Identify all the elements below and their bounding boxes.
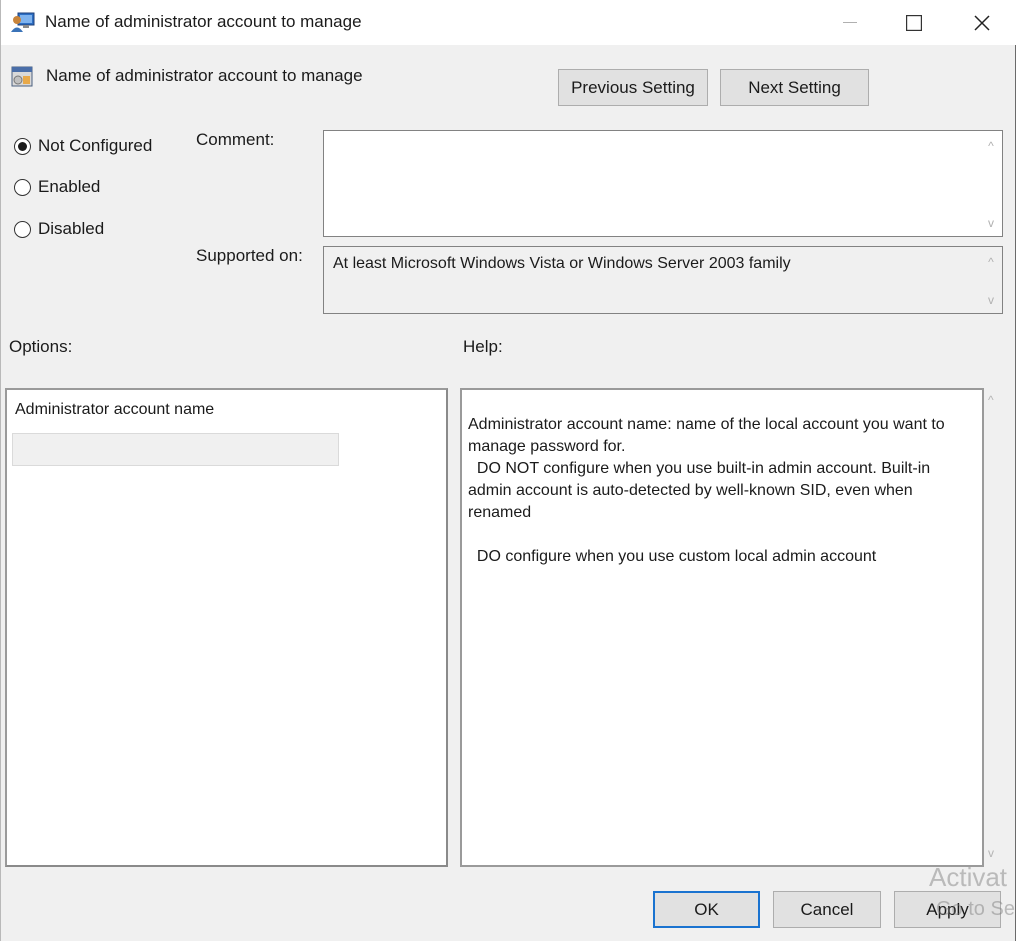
options-panel: Administrator account name bbox=[5, 388, 448, 867]
close-button[interactable] bbox=[959, 0, 1005, 45]
next-setting-button[interactable]: Next Setting bbox=[720, 69, 869, 106]
supported-on-value: At least Microsoft Windows Vista or Wind… bbox=[333, 255, 791, 272]
supported-scrollbar[interactable]: ^ v bbox=[980, 247, 1002, 313]
comment-textarea[interactable]: ^ v bbox=[323, 130, 1003, 237]
desktop-edge bbox=[1016, 0, 1024, 941]
admin-account-name-label: Administrator account name bbox=[15, 401, 215, 418]
help-scroll-down-icon[interactable]: v bbox=[988, 846, 994, 860]
help-scroll-up-icon[interactable]: ^ bbox=[988, 393, 994, 407]
cancel-button[interactable]: Cancel bbox=[773, 891, 881, 928]
help-text: Administrator account name: name of the … bbox=[468, 416, 945, 565]
close-icon bbox=[974, 14, 990, 31]
comment-scrollbar[interactable]: ^ v bbox=[980, 131, 1002, 236]
help-label: Help: bbox=[463, 337, 503, 356]
policy-setting-dialog: Name of administrator account to manage … bbox=[0, 0, 1016, 941]
supported-on-field: At least Microsoft Windows Vista or Wind… bbox=[323, 246, 1003, 314]
radio-label: Enabled bbox=[38, 177, 101, 196]
radio-enabled[interactable]: Enabled bbox=[14, 177, 100, 197]
title-bar: Name of administrator account to manage bbox=[1, 0, 1016, 45]
radio-label: Not Configured bbox=[38, 136, 153, 155]
computer-user-icon bbox=[11, 12, 35, 32]
policy-setting-icon bbox=[11, 66, 33, 87]
ok-button[interactable]: OK bbox=[653, 891, 760, 928]
maximize-button[interactable] bbox=[891, 0, 937, 45]
scroll-down-icon[interactable]: v bbox=[980, 216, 1002, 230]
scroll-down-icon[interactable]: v bbox=[980, 293, 1002, 307]
supported-on-label: Supported on: bbox=[196, 246, 303, 265]
admin-account-name-input[interactable] bbox=[12, 433, 339, 466]
radio-circle bbox=[14, 178, 31, 196]
previous-setting-button[interactable]: Previous Setting bbox=[558, 69, 708, 106]
minimize-icon bbox=[843, 21, 857, 23]
radio-circle-selected bbox=[14, 137, 31, 155]
apply-button[interactable]: Apply bbox=[894, 891, 1001, 928]
policy-name: Name of administrator account to manage bbox=[46, 66, 363, 85]
maximize-icon bbox=[906, 14, 922, 31]
radio-disabled[interactable]: Disabled bbox=[14, 219, 104, 239]
radio-not-configured[interactable]: Not Configured bbox=[14, 136, 152, 156]
options-label: Options: bbox=[9, 337, 73, 356]
radio-circle bbox=[14, 220, 31, 238]
minimize-button[interactable] bbox=[827, 0, 873, 45]
window-title: Name of administrator account to manage bbox=[45, 12, 362, 31]
scroll-up-icon[interactable]: ^ bbox=[980, 139, 1002, 153]
radio-label: Disabled bbox=[38, 219, 105, 238]
scroll-up-icon[interactable]: ^ bbox=[980, 255, 1002, 269]
comment-label: Comment: bbox=[196, 130, 275, 149]
help-panel: Administrator account name: name of the … bbox=[460, 388, 984, 867]
